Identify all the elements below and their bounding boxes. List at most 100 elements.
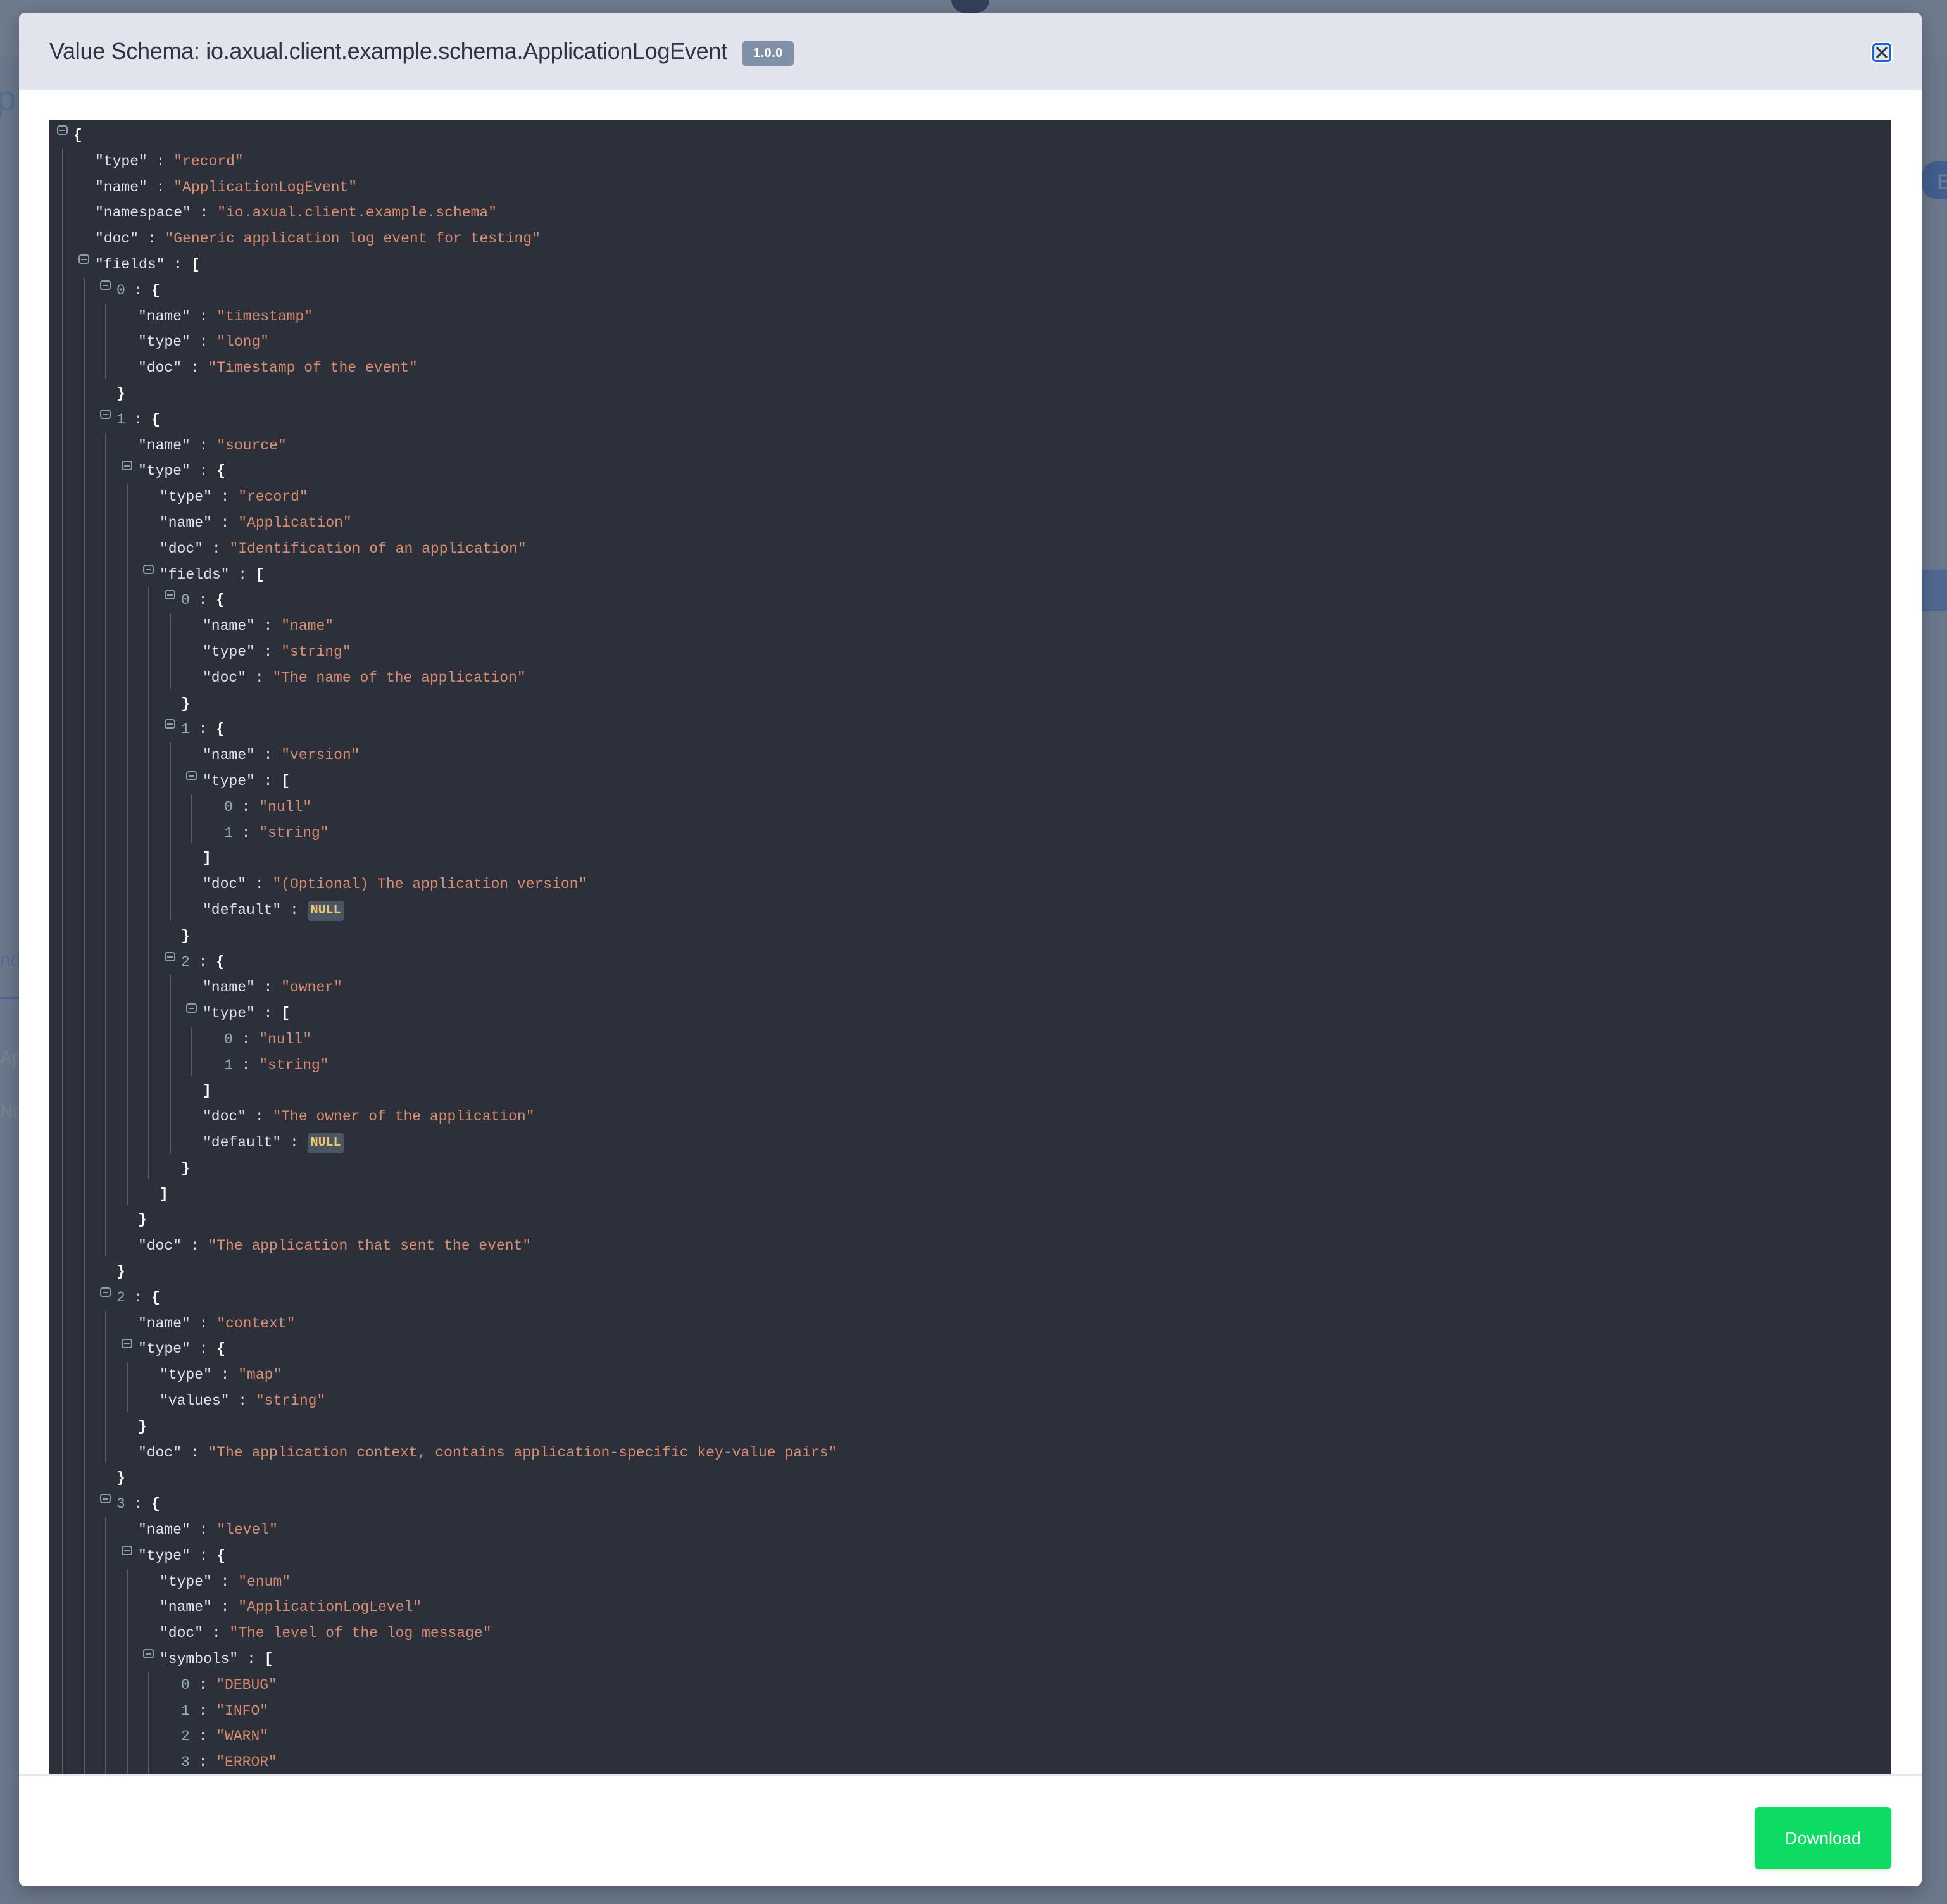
json-string-value: "enum" bbox=[238, 1573, 291, 1590]
json-schema-viewer[interactable]: { "type" : "record" "name" : "ApplicationL… bbox=[49, 120, 1891, 1774]
indent-guide bbox=[127, 484, 128, 1205]
json-index: 1 bbox=[181, 1702, 190, 1719]
json-string-value: "ApplicationLogLevel" bbox=[238, 1599, 422, 1616]
json-index: 3 bbox=[116, 1496, 125, 1513]
indent-guide bbox=[170, 742, 171, 921]
json-string-value: "long" bbox=[216, 334, 270, 351]
json-line: ] bbox=[49, 846, 1891, 872]
json-index: 0 bbox=[224, 1030, 233, 1048]
json-string-value: "string" bbox=[281, 643, 351, 660]
json-string-value: "timestamp" bbox=[216, 308, 313, 325]
json-string-value: "context" bbox=[216, 1315, 296, 1332]
collapse-toggle-icon[interactable] bbox=[122, 461, 132, 471]
json-line: "doc" : "The owner of the application" bbox=[203, 1108, 535, 1125]
json-line: 1 : { bbox=[49, 717, 1891, 742]
json-string-value: "(Optional) The application version" bbox=[272, 876, 587, 893]
json-line: "namespace" : "io.axual.client.example.s… bbox=[95, 204, 497, 222]
json-line: } bbox=[49, 691, 1891, 717]
indent-guide bbox=[191, 1027, 192, 1076]
json-line: "fields" : [ bbox=[49, 562, 1891, 588]
json-line: 0 : { bbox=[49, 278, 1891, 304]
json-line: "doc" : "The application that sent the e… bbox=[138, 1237, 532, 1255]
collapse-toggle-icon[interactable] bbox=[165, 590, 175, 600]
json-line: "type" : "record" bbox=[160, 489, 308, 506]
json-key: "name" bbox=[138, 1522, 191, 1539]
indent-guide bbox=[127, 1362, 128, 1412]
json-bracket: ] bbox=[203, 1082, 211, 1099]
collapse-toggle-icon[interactable] bbox=[100, 1287, 111, 1297]
collapse-toggle-icon[interactable] bbox=[143, 1649, 154, 1659]
collapse-toggle-icon[interactable] bbox=[78, 254, 89, 264]
json-string-value: "string" bbox=[259, 824, 329, 841]
json-line: "name" : "ApplicationLogEvent" bbox=[95, 178, 358, 196]
json-string-value: "ApplicationLogEvent" bbox=[173, 178, 358, 196]
json-key: "doc" bbox=[138, 1237, 182, 1255]
json-line: "name" : "context" bbox=[138, 1315, 296, 1332]
json-line: "type" : "enum" bbox=[160, 1573, 291, 1590]
json-line: "doc" : "Identification of an applicatio… bbox=[160, 540, 527, 557]
schema-modal: Value Schema: io.axual.client.example.sc… bbox=[19, 13, 1922, 1886]
json-key: "symbols" bbox=[160, 1651, 239, 1668]
json-string-value: "The level of the log message" bbox=[229, 1625, 492, 1642]
json-line: } bbox=[49, 1156, 1891, 1182]
collapse-toggle-icon[interactable] bbox=[143, 564, 154, 574]
background-button: E bbox=[1922, 161, 1947, 199]
json-string-value: "Identification of an application" bbox=[229, 540, 527, 557]
collapse-toggle-icon[interactable] bbox=[100, 409, 111, 419]
collapse-toggle-icon[interactable] bbox=[100, 1494, 111, 1504]
json-key: "doc" bbox=[138, 1444, 182, 1461]
indent-guide bbox=[191, 794, 192, 844]
indent-guide bbox=[62, 148, 63, 1774]
json-key: "name" bbox=[203, 979, 255, 996]
json-line: 0 : "null" bbox=[224, 798, 312, 815]
json-string-value: "string" bbox=[255, 1393, 326, 1410]
json-line: 2 : { bbox=[49, 1285, 1891, 1311]
version-badge: 1.0.0 bbox=[742, 41, 794, 66]
json-line: "type" : "string" bbox=[203, 643, 351, 660]
collapse-toggle-icon[interactable] bbox=[100, 280, 111, 290]
json-key: "doc" bbox=[95, 230, 139, 247]
collapse-toggle-icon[interactable] bbox=[122, 1545, 132, 1555]
json-line: "name" : "version" bbox=[203, 747, 360, 764]
json-key: "name" bbox=[160, 514, 212, 531]
json-line: 3 : { bbox=[49, 1491, 1891, 1517]
json-line: 0 : { bbox=[49, 587, 1891, 613]
collapse-toggle-icon[interactable] bbox=[186, 1003, 197, 1013]
download-button[interactable]: Download bbox=[1755, 1807, 1891, 1869]
json-bracket: [ bbox=[281, 1005, 291, 1022]
json-key: "name" bbox=[160, 1599, 212, 1616]
collapse-toggle-icon[interactable] bbox=[57, 125, 68, 135]
json-key: "type" bbox=[203, 772, 255, 789]
json-line: "name" : "owner" bbox=[203, 979, 342, 996]
json-key: "name" bbox=[138, 308, 191, 325]
json-line: "type" : { bbox=[49, 1543, 1891, 1569]
modal-title: Value Schema: io.axual.client.example.sc… bbox=[49, 38, 794, 66]
json-line: "default" : NULL bbox=[49, 1130, 1891, 1156]
json-string-value: "Application" bbox=[238, 514, 352, 531]
json-line: 1 : "INFO" bbox=[181, 1702, 269, 1719]
json-line: } bbox=[49, 1414, 1891, 1440]
modal-title-text: Value Schema: io.axual.client.example.sc… bbox=[49, 38, 727, 64]
json-key: "type" bbox=[138, 1547, 191, 1564]
collapse-toggle-icon[interactable] bbox=[165, 951, 175, 961]
close-button[interactable] bbox=[1872, 43, 1891, 62]
json-line: "type" : [ bbox=[49, 768, 1891, 794]
indent-guide bbox=[148, 1672, 149, 1774]
json-index: 1 bbox=[224, 1056, 233, 1074]
json-string-value: "version" bbox=[281, 747, 360, 764]
json-line: "values" : "string" bbox=[160, 1393, 326, 1410]
collapse-toggle-icon[interactable] bbox=[186, 770, 197, 780]
collapse-toggle-icon[interactable] bbox=[122, 1339, 132, 1349]
collapse-toggle-icon[interactable] bbox=[165, 719, 175, 729]
json-string-value: "null" bbox=[259, 1030, 312, 1048]
json-string-value: "null" bbox=[259, 798, 312, 815]
json-line: "doc" : "The level of the log message" bbox=[160, 1625, 492, 1642]
json-key: "doc" bbox=[203, 669, 247, 686]
json-line: { bbox=[49, 123, 1891, 149]
json-string-value: "level" bbox=[216, 1522, 278, 1539]
json-line: 2 : "WARN" bbox=[181, 1728, 269, 1745]
indent-guide bbox=[148, 587, 149, 1179]
indent-guide bbox=[170, 975, 171, 1153]
json-string-value: "The application context, contains appli… bbox=[208, 1444, 837, 1461]
json-key: "doc" bbox=[160, 1625, 204, 1642]
